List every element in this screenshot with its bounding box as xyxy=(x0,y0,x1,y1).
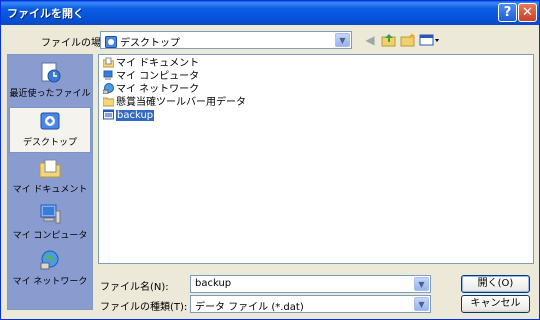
filetype-value: データ ファイル (*.dat) xyxy=(195,302,304,313)
network-icon xyxy=(40,250,59,270)
place-label: マイ コンピュータ xyxy=(12,231,88,241)
filename-value[interactable]: backup xyxy=(195,278,231,289)
documents-icon xyxy=(103,57,114,68)
new-folder-icon[interactable] xyxy=(400,32,416,48)
place-my-computer[interactable]: マイ コンピュータ xyxy=(9,201,91,247)
filetype-label: ファイルの種類(T): xyxy=(100,302,188,313)
help-button[interactable]: ? xyxy=(498,3,517,22)
chevron-down-icon[interactable]: ▼ xyxy=(414,277,429,291)
list-item[interactable]: 懸賞当確ツールバー用データ xyxy=(103,96,246,109)
filename-label: ファイル名(N): xyxy=(100,282,169,293)
list-item[interactable]: マイ ネットワーク xyxy=(103,83,199,96)
window-title: ファイルを開く xyxy=(7,7,84,20)
back-icon[interactable]: ◀ xyxy=(362,32,378,48)
list-item-selected[interactable]: backup xyxy=(103,109,155,122)
place-my-network[interactable]: マイ ネットワーク xyxy=(9,247,91,293)
title-bar[interactable]: ファイルを開く ? ✕ xyxy=(1,1,539,25)
list-item[interactable]: マイ ドキュメント xyxy=(103,57,199,70)
open-button[interactable]: 開く(O) xyxy=(461,275,530,293)
place-label: マイ ドキュメント xyxy=(12,185,88,195)
file-name: マイ ネットワーク xyxy=(116,84,200,95)
chevron-down-icon[interactable]: ▼ xyxy=(335,33,350,47)
question-mark-icon: ? xyxy=(503,5,512,20)
place-label: デスクトップ xyxy=(22,138,77,148)
place-recent[interactable]: 最近使ったファイル xyxy=(9,59,91,105)
view-menu-icon[interactable] xyxy=(419,32,441,48)
lookin-text: デスクトップ xyxy=(120,38,180,49)
filetype-combo[interactable]: データ ファイル (*.dat) ▼ xyxy=(190,295,431,313)
computer-icon xyxy=(103,70,113,80)
place-desktop[interactable]: デスクトップ xyxy=(9,107,91,153)
places-bar: 最近使ったファイル デスクトップ マイ ドキュメント マイ コンピュータ マイ … xyxy=(7,54,93,310)
open-file-dialog: ファイルを開く ? ✕ ファイルの場所(I): デスクトップ ▼ ◀ 最近使った… xyxy=(0,0,540,320)
folder-icon xyxy=(103,97,114,107)
file-name: マイ コンピュータ xyxy=(116,71,200,82)
place-my-documents[interactable]: マイ ドキュメント xyxy=(9,155,91,201)
cancel-button[interactable]: キャンセル xyxy=(461,295,530,313)
desktop-icon xyxy=(40,112,60,130)
file-name: backup xyxy=(116,110,155,121)
up-folder-icon[interactable] xyxy=(381,32,397,48)
data-file-icon xyxy=(103,109,114,120)
close-button[interactable]: ✕ xyxy=(518,3,537,22)
documents-folder-icon xyxy=(39,159,61,178)
list-item[interactable]: マイ コンピュータ xyxy=(103,70,199,83)
network-icon xyxy=(103,83,114,94)
desktop-icon xyxy=(105,36,117,48)
file-name: マイ ドキュメント xyxy=(116,58,200,69)
lookin-combo[interactable]: デスクトップ ▼ xyxy=(100,31,352,49)
filename-combo[interactable]: backup ▼ xyxy=(190,275,431,293)
recent-documents-icon xyxy=(41,62,61,83)
chevron-down-icon[interactable]: ▼ xyxy=(414,297,429,311)
place-label: マイ ネットワーク xyxy=(12,277,88,287)
close-icon: ✕ xyxy=(522,5,533,20)
place-label: 最近使ったファイル xyxy=(9,89,91,99)
file-list[interactable]: マイ ドキュメント マイ コンピュータ マイ ネットワーク 懸賞当確ツールバー用… xyxy=(98,54,534,264)
lookin-value: デスクトップ xyxy=(105,34,180,49)
file-name: 懸賞当確ツールバー用データ xyxy=(116,97,246,108)
computer-icon xyxy=(40,204,61,224)
